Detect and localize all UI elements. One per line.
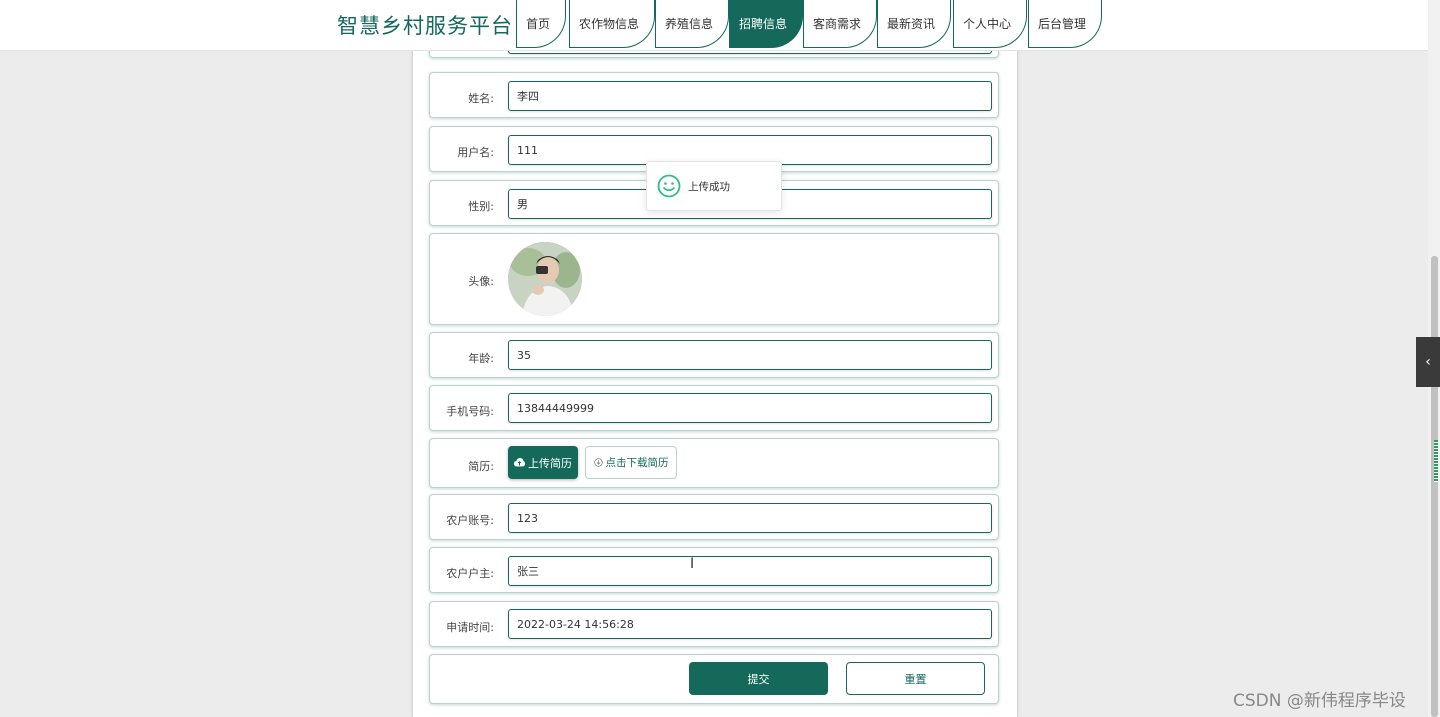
upload-resume-button[interactable]: 上传简历 (508, 446, 578, 479)
reset-button[interactable]: 重置 (846, 662, 985, 695)
scroll-marker (1434, 440, 1438, 482)
submit-button[interactable]: 提交 (689, 662, 828, 695)
download-circle-icon (593, 458, 603, 467)
nav-item-merchant-demand[interactable]: 客商需求 (803, 0, 877, 48)
nav-item-admin[interactable]: 后台管理 (1028, 0, 1102, 48)
chevron-left-icon: ‹ (1425, 354, 1431, 370)
form-row-apply-time: 申请时间: 2022-03-24 14:56:28 (429, 601, 999, 647)
form-row-farmer-account: 农户账号: 123 (429, 494, 999, 540)
avatar-photo-icon (508, 242, 582, 316)
username-label: 用户名: (457, 146, 494, 159)
form-row-age: 年龄: 35 (429, 332, 999, 378)
phone-label: 手机号码: (446, 405, 494, 418)
form-row-resume: 简历: 上传简历 点击下载简历 (429, 438, 999, 488)
cloud-upload-icon (514, 458, 525, 467)
gender-label: 性别: (468, 200, 494, 213)
smile-icon (657, 174, 681, 198)
avatar-image[interactable] (508, 242, 582, 316)
apply-time-field[interactable]: 2022-03-24 14:56:28 (508, 609, 992, 639)
avatar-label: 头像: (468, 275, 494, 288)
name-field[interactable]: 李四 (508, 81, 992, 111)
form-row-avatar: 头像: (429, 233, 999, 325)
farmer-account-label: 农户账号: (446, 514, 494, 527)
form-row-phone: 手机号码: 13844449999 (429, 385, 999, 431)
nav-item-news[interactable]: 最新资讯 (877, 0, 951, 48)
upload-resume-label: 上传简历 (528, 456, 572, 470)
download-resume-button[interactable]: 点击下载简历 (585, 446, 677, 479)
form-row-name: 姓名: 李四 (429, 72, 999, 118)
side-panel-toggle[interactable]: ‹ (1416, 337, 1440, 387)
watermark: CSDN @新伟程序毕设 (1233, 691, 1406, 711)
toast-notification: 上传成功 (646, 161, 782, 211)
name-label: 姓名: (468, 92, 494, 105)
text-cursor-icon: I (690, 556, 695, 572)
toast-message: 上传成功 (688, 180, 730, 193)
top-navbar: 智慧乡村服务平台 首页 农作物信息 养殖信息 招聘信息 客商需求 最新资讯 个人… (0, 0, 1428, 51)
download-resume-label: 点击下载简历 (605, 457, 669, 469)
nav-item-crops[interactable]: 农作物信息 (569, 0, 655, 48)
farmer-owner-label: 农户户主: (446, 567, 494, 580)
form-row-actions: 提交 重置 (429, 654, 999, 704)
nav-item-breeding[interactable]: 养殖信息 (655, 0, 729, 48)
age-label: 年龄: (468, 352, 494, 365)
farmer-account-field[interactable]: 123 (508, 503, 992, 533)
phone-field[interactable]: 13844449999 (508, 393, 992, 423)
scrollbar-thumb[interactable] (1431, 256, 1438, 717)
apply-time-label: 申请时间: (446, 621, 494, 634)
resume-label: 简历: (468, 460, 494, 473)
form-panel: 姓名: 李四 用户名: 111 性别: 男 头像: 年龄: 35 手机号码: 1… (412, 0, 1018, 717)
age-field[interactable]: 35 (508, 340, 992, 370)
farmer-owner-field[interactable]: 张三 (508, 556, 992, 586)
nav-item-personal-center[interactable]: 个人中心 (953, 0, 1027, 48)
form-row-farmer-owner: 农户户主: 张三 (429, 547, 999, 593)
nav-item-recruitment[interactable]: 招聘信息 (729, 0, 803, 48)
nav-item-home[interactable]: 首页 (516, 0, 566, 48)
site-title: 智慧乡村服务平台 (337, 14, 513, 38)
